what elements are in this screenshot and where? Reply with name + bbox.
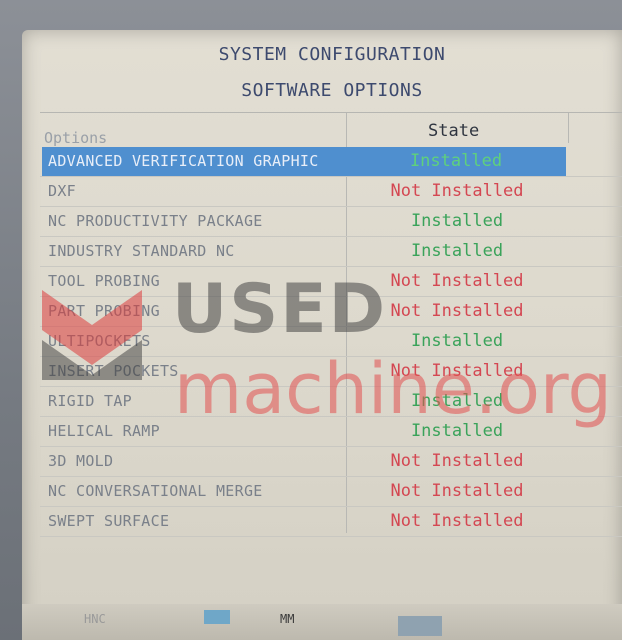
status-button[interactable] <box>398 616 442 636</box>
watermark-machine: machine.org <box>174 348 612 430</box>
option-state: Installed <box>410 211 504 231</box>
table-row[interactable]: SWEPT SURFACE Not Installed <box>40 507 622 537</box>
screen-title: SYSTEM CONFIGURATION <box>218 44 446 65</box>
option-name: HELICAL RAMP <box>48 422 160 440</box>
status-indicator-icon <box>204 610 230 624</box>
status-bar: HNC MM <box>22 604 622 640</box>
control-screen: SYSTEM CONFIGURATION SOFTWARE OPTIONS Op… <box>22 30 622 640</box>
screen-subtitle: SOFTWARE OPTIONS <box>241 80 423 101</box>
table-header: Options State <box>40 113 622 147</box>
option-state: Not Installed <box>390 181 524 201</box>
option-name: NC PRODUCTIVITY PACKAGE <box>48 212 263 230</box>
option-name: INDUSTRY STANDARD NC <box>48 242 235 260</box>
option-state: Installed <box>410 241 504 261</box>
option-name: ADVANCED VERIFICATION GRAPHIC <box>42 147 346 176</box>
table-row[interactable]: NC CONVERSATIONAL MERGE Not Installed <box>40 477 622 507</box>
option-name: 3D MOLD <box>48 452 114 470</box>
header-divider <box>568 113 569 143</box>
column-header-options: Options <box>44 129 108 147</box>
watermark-used: USED <box>172 270 388 349</box>
status-units: MM <box>280 612 295 626</box>
option-state: Not Installed <box>390 481 524 501</box>
column-header-state: State <box>428 121 480 141</box>
option-name: DXF <box>48 182 76 200</box>
table-row[interactable]: INDUSTRY STANDARD NC Installed <box>40 237 622 267</box>
option-state: Not Installed <box>390 511 524 531</box>
option-state: Not Installed <box>390 451 524 471</box>
table-row[interactable]: DXF Not Installed <box>40 177 622 207</box>
option-state: Installed <box>346 147 566 176</box>
watermark-logo-icon <box>42 290 142 380</box>
option-name: NC CONVERSATIONAL MERGE <box>48 482 263 500</box>
table-row[interactable]: ADVANCED VERIFICATION GRAPHIC Installed <box>40 147 622 177</box>
status-mode: HNC <box>84 612 106 626</box>
option-name: RIGID TAP <box>48 392 132 410</box>
table-row[interactable]: 3D MOLD Not Installed <box>40 447 622 477</box>
table-row[interactable]: NC PRODUCTIVITY PACKAGE Installed <box>40 207 622 237</box>
option-name: SWEPT SURFACE <box>48 512 170 530</box>
